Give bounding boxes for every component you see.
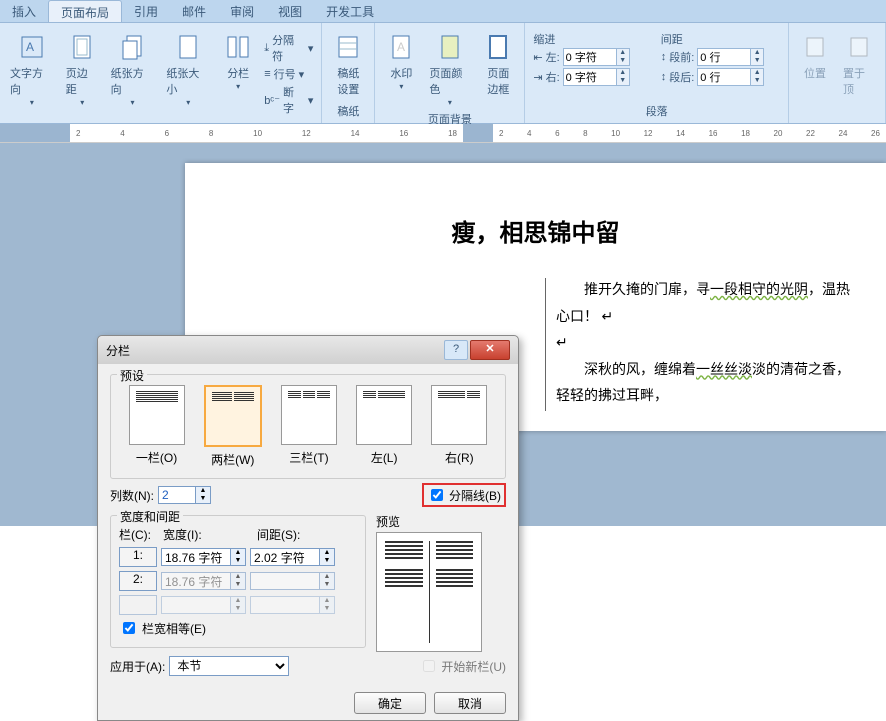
breaks-icon: ⤓ bbox=[264, 42, 269, 55]
svg-text:A: A bbox=[397, 40, 405, 54]
preset-right-column[interactable]: 右(R) bbox=[431, 385, 487, 468]
paper-size-button[interactable]: 纸张大小▾ bbox=[160, 29, 216, 109]
help-button[interactable]: ? bbox=[444, 340, 468, 360]
margins-icon bbox=[68, 33, 96, 61]
paper-grid-icon bbox=[334, 33, 362, 61]
preset-two-columns[interactable]: 两栏(W) bbox=[204, 385, 262, 468]
dropdown-arrow-icon: ▾ bbox=[131, 98, 135, 107]
dropdown-arrow-icon: ▾ bbox=[186, 98, 190, 107]
columns-count-label: 列数(N): bbox=[110, 487, 154, 504]
tab-page-layout[interactable]: 页面布局 bbox=[48, 0, 122, 22]
column-2-spacing-input: ▲▼ bbox=[250, 572, 335, 590]
paragraph-group-label: 段落 bbox=[529, 101, 784, 121]
spacing-before-input[interactable]: ▲▼ bbox=[697, 48, 764, 66]
hyphenation-icon: bᶜ⁻ bbox=[264, 94, 280, 107]
cancel-button[interactable]: 取消 bbox=[434, 692, 506, 714]
page-color-button[interactable]: 页面颜色▾ bbox=[423, 29, 476, 109]
svg-text:A: A bbox=[26, 40, 34, 54]
indent-left-icon: ⇤ bbox=[533, 51, 542, 64]
preset-one-column[interactable]: 一栏(O) bbox=[129, 385, 185, 468]
presets-label: 预设 bbox=[117, 367, 147, 384]
dropdown-arrow-icon: ▾ bbox=[80, 98, 84, 107]
tab-dev[interactable]: 开发工具 bbox=[314, 0, 386, 22]
line-numbers-button[interactable]: ≡行号 ▾ bbox=[264, 66, 313, 82]
paper-size-icon bbox=[174, 33, 202, 61]
tab-insert[interactable]: 插入 bbox=[0, 0, 48, 22]
dropdown-arrow-icon: ▾ bbox=[399, 82, 403, 91]
new-column-checkbox bbox=[423, 660, 435, 672]
spacing-before-icon: ↕ bbox=[661, 51, 667, 63]
indent-label: 缩进 bbox=[533, 31, 652, 47]
close-button[interactable]: ✕ bbox=[470, 340, 510, 360]
apply-to-select[interactable]: 本节 bbox=[169, 656, 289, 676]
text-direction-button[interactable]: A 文字方向▾ bbox=[4, 29, 60, 109]
document-title: 瘦，相思锦中留 bbox=[215, 213, 856, 248]
spin-up-icon[interactable]: ▲ bbox=[617, 69, 629, 77]
tab-review[interactable]: 审阅 bbox=[218, 0, 266, 22]
watermark-button[interactable]: A 水印▾ bbox=[379, 29, 423, 93]
spacing-after-input[interactable]: ▲▼ bbox=[697, 68, 764, 86]
horizontal-ruler[interactable]: 24681012141618 2468101214161820222426 bbox=[0, 124, 886, 143]
tab-view[interactable]: 视图 bbox=[266, 0, 314, 22]
orientation-button[interactable]: 纸张方向▾ bbox=[105, 29, 161, 109]
position-button[interactable]: 位置 bbox=[793, 29, 837, 83]
separator-checkbox[interactable] bbox=[431, 489, 443, 501]
wrap-icon bbox=[845, 33, 873, 61]
spin-down-icon[interactable]: ▼ bbox=[195, 495, 210, 503]
spin-down-icon[interactable]: ▼ bbox=[751, 57, 763, 65]
spin-up-icon[interactable]: ▲ bbox=[751, 69, 763, 77]
dropdown-arrow-icon: ▾ bbox=[236, 82, 240, 91]
columns-icon bbox=[224, 33, 252, 61]
equal-width-checkbox[interactable] bbox=[123, 622, 135, 634]
paper-settings-button[interactable]: 稿纸 设置 bbox=[326, 29, 370, 99]
tab-references[interactable]: 引用 bbox=[122, 0, 170, 22]
preview-label: 预览 bbox=[376, 513, 506, 530]
margins-button[interactable]: 页边距▾ bbox=[60, 29, 105, 109]
tab-mail[interactable]: 邮件 bbox=[170, 0, 218, 22]
page-border-icon bbox=[484, 33, 512, 61]
spin-up-icon[interactable]: ▲ bbox=[195, 487, 210, 495]
preset-left-column[interactable]: 左(L) bbox=[356, 385, 412, 468]
indent-left-input[interactable]: ▲▼ bbox=[563, 48, 630, 66]
column-2-width-input: ▲▼ bbox=[161, 572, 246, 590]
column-1-spacing-input[interactable]: ▲▼ bbox=[250, 548, 335, 566]
columns-dialog: 分栏 ? ✕ 预设 一栏(O) 两栏(W) bbox=[97, 335, 519, 721]
column-2-label: 2: bbox=[119, 571, 157, 591]
column-1-label: 1: bbox=[119, 547, 157, 567]
spin-down-icon[interactable]: ▼ bbox=[751, 77, 763, 85]
position-icon bbox=[801, 33, 829, 61]
document-column-right: 推开久掩的门扉，寻一段相守的光阴，温热心口！ ↵ ↵ 深秋的风，缠绵着一丝丝淡淡… bbox=[545, 278, 856, 411]
paper-group-label: 稿纸 bbox=[326, 101, 370, 121]
spin-up-icon[interactable]: ▲ bbox=[751, 49, 763, 57]
column-1-width-input[interactable]: ▲▼ bbox=[161, 548, 246, 566]
spin-up-icon[interactable]: ▲ bbox=[617, 49, 629, 57]
breaks-button[interactable]: ⤓分隔符 ▾ bbox=[264, 32, 313, 64]
orientation-icon bbox=[119, 33, 147, 61]
watermark-icon: A bbox=[387, 33, 415, 61]
columns-count-input[interactable]: ▲▼ bbox=[158, 486, 211, 504]
line-numbers-icon: ≡ bbox=[264, 68, 270, 80]
columns-button[interactable]: 分栏▾ bbox=[216, 29, 260, 93]
apply-to-label: 应用于(A): bbox=[110, 658, 165, 675]
width-spacing-label: 宽度和间距 bbox=[117, 508, 183, 525]
dropdown-arrow-icon: ▾ bbox=[30, 98, 34, 107]
dialog-title: 分栏 bbox=[106, 342, 130, 359]
wrap-button[interactable]: 置于顶 bbox=[837, 29, 881, 99]
indent-right-input[interactable]: ▲▼ bbox=[563, 68, 630, 86]
page-color-icon bbox=[436, 33, 464, 61]
spacing-label: 间距 bbox=[661, 31, 780, 47]
preset-three-columns[interactable]: 三栏(T) bbox=[281, 385, 337, 468]
indent-right-icon: ⇥ bbox=[533, 71, 542, 84]
separator-highlight: 分隔线(B) bbox=[422, 483, 506, 507]
preview-box bbox=[376, 532, 482, 652]
ok-button[interactable]: 确定 bbox=[354, 692, 426, 714]
spin-down-icon[interactable]: ▼ bbox=[617, 77, 629, 85]
text-direction-icon: A bbox=[18, 33, 46, 61]
spacing-after-icon: ↕ bbox=[661, 71, 667, 83]
spin-down-icon[interactable]: ▼ bbox=[617, 57, 629, 65]
page-border-button[interactable]: 页面 边框 bbox=[476, 29, 520, 99]
hyphenation-button[interactable]: bᶜ⁻断字 ▾ bbox=[264, 84, 313, 116]
dropdown-arrow-icon: ▾ bbox=[448, 98, 452, 107]
